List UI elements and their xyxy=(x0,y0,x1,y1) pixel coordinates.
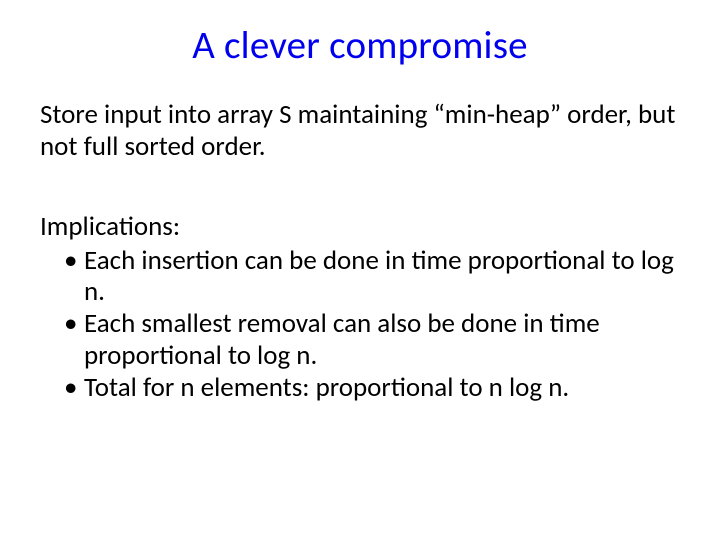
slide: A clever compromise Store input into arr… xyxy=(0,0,720,540)
bullet-list: Each insertion can be done in time propo… xyxy=(40,245,680,404)
implications-heading: Implications: xyxy=(40,211,680,243)
list-item: Each smallest removal can also be done i… xyxy=(40,308,680,372)
list-item: Each insertion can be done in time propo… xyxy=(40,245,680,309)
intro-paragraph: Store input into array S maintaining “mi… xyxy=(40,99,680,163)
slide-title: A clever compromise xyxy=(40,22,680,69)
list-item: Total for n elements: proportional to n … xyxy=(40,372,680,404)
